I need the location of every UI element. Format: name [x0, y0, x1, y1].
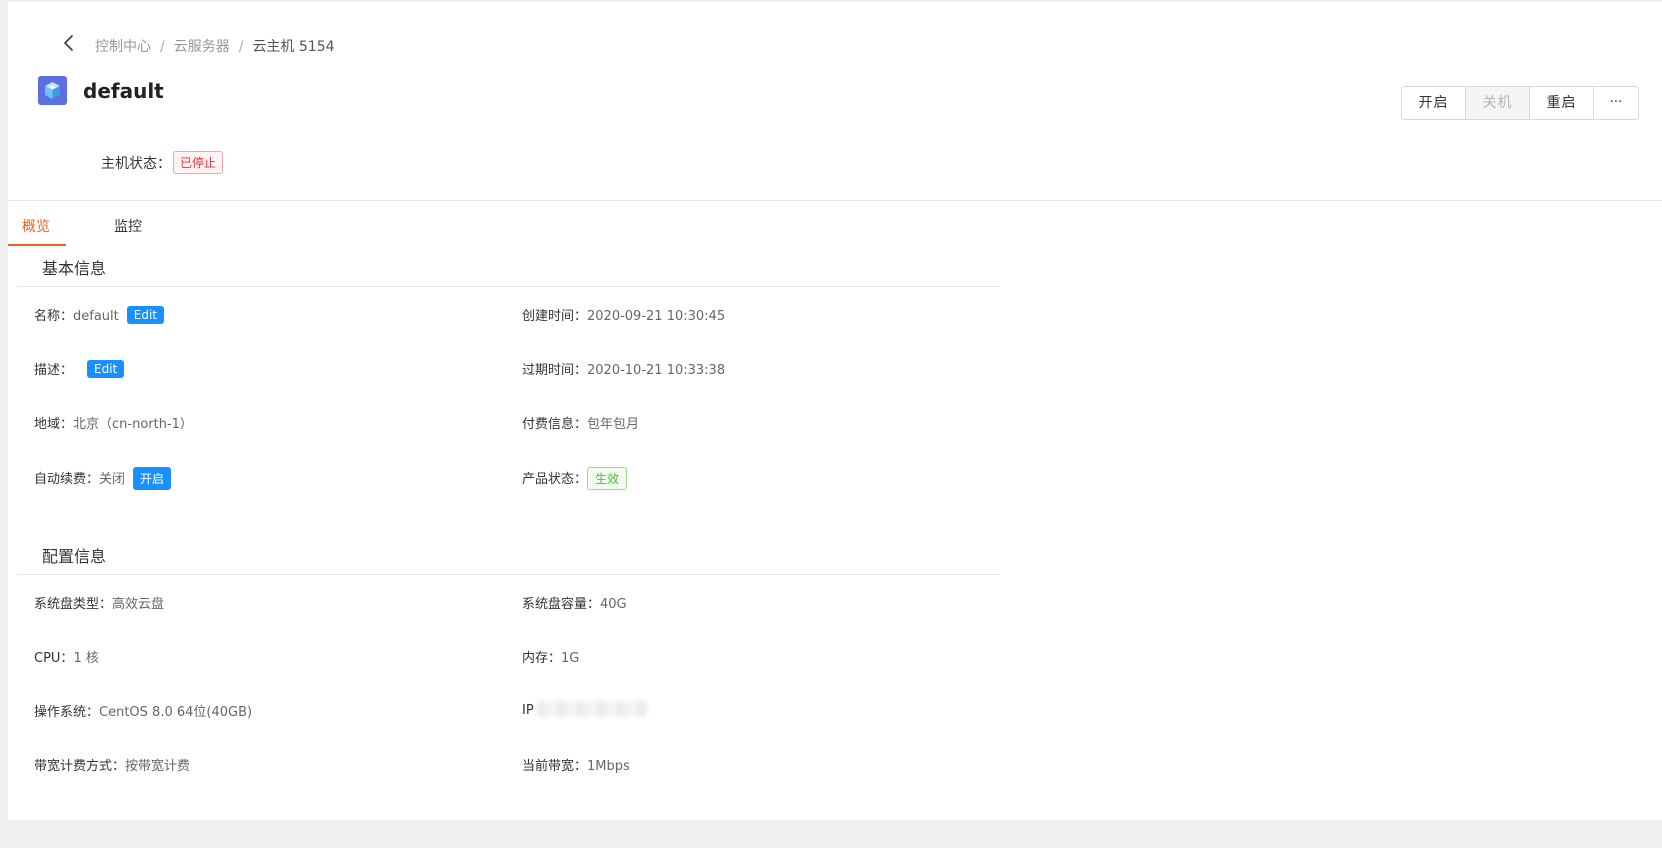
- action-button-group: 开启 关机 重启 ···: [1401, 86, 1639, 120]
- product-status-label: 产品状态：: [522, 472, 588, 487]
- disk-type-label: 系统盘类型：: [34, 597, 113, 612]
- os-field: 操作系统：CentOS 8.0 64位(40GB): [34, 701, 252, 720]
- breadcrumb-item-console[interactable]: 控制中心: [95, 39, 151, 55]
- disk-type-field: 系统盘类型：高效云盘: [34, 593, 164, 612]
- memory-label: 内存：: [522, 651, 562, 666]
- ip-field: IP: [522, 701, 648, 718]
- shutdown-button[interactable]: 关机: [1466, 87, 1530, 119]
- edit-name-button[interactable]: Edit: [126, 306, 165, 324]
- name-value: default: [73, 309, 119, 324]
- description-field: 描述： Edit: [34, 359, 125, 378]
- ip-label: IP: [522, 703, 534, 718]
- billing-field: 付费信息：包年包月: [522, 413, 639, 432]
- more-button[interactable]: ···: [1594, 87, 1638, 119]
- bandwidth-billing-label: 带宽计费方式：: [34, 759, 126, 774]
- section-divider: [17, 574, 1000, 575]
- detail-panel: 控制中心 / 云服务器 / 云主机 5154 default 开启 关机 重启 ··· …: [8, 2, 1662, 820]
- host-status-label: 主机状态：: [101, 156, 171, 172]
- product-status-badge: 生效: [587, 467, 628, 490]
- bandwidth-billing-field: 带宽计费方式：按带宽计费: [34, 755, 190, 774]
- memory-field: 内存：1G: [522, 647, 579, 666]
- bandwidth-value: 1Mbps: [587, 759, 630, 774]
- basic-info-title: 基本信息: [42, 259, 107, 278]
- breadcrumb-item-cloud-server[interactable]: 云服务器: [174, 39, 230, 55]
- billing-label: 付费信息：: [522, 417, 588, 432]
- ip-value-redacted: [535, 701, 648, 717]
- tab-monitor[interactable]: 监控: [114, 216, 142, 236]
- status-badge: 已停止: [173, 151, 224, 174]
- breadcrumb-item-current: 云主机 5154: [252, 39, 335, 55]
- back-arrow-icon[interactable]: [58, 32, 80, 54]
- region-label: 地域：: [34, 417, 74, 432]
- billing-value: 包年包月: [587, 417, 640, 432]
- cpu-field: CPU：1 核: [34, 647, 99, 666]
- disk-type-value: 高效云盘: [112, 597, 165, 612]
- breadcrumb: 控制中心 / 云服务器 / 云主机 5154: [95, 36, 335, 56]
- auto-renew-field: 自动续费：关闭 开启: [34, 467, 172, 490]
- name-label: 名称：: [34, 309, 74, 324]
- os-value: CentOS 8.0 64位(40GB): [99, 705, 253, 720]
- disk-size-value: 40G: [600, 597, 627, 612]
- cpu-label: CPU：: [34, 651, 74, 666]
- page-title: default: [83, 79, 164, 103]
- memory-value: 1G: [561, 651, 580, 666]
- created-time-field: 创建时间：2020-09-21 10:30:45: [522, 305, 725, 324]
- bandwidth-billing-value: 按带宽计费: [125, 759, 191, 774]
- tab-active-indicator: [8, 244, 66, 246]
- divider: [8, 200, 1662, 201]
- breadcrumb-separator: /: [238, 39, 244, 55]
- enable-auto-renew-button[interactable]: 开启: [133, 467, 172, 490]
- description-label: 描述：: [34, 363, 74, 378]
- bandwidth-field: 当前带宽：1Mbps: [522, 755, 630, 774]
- created-time-label: 创建时间：: [522, 309, 588, 324]
- restart-button[interactable]: 重启: [1530, 87, 1594, 119]
- name-field: 名称：default Edit: [34, 305, 165, 324]
- expire-time-label: 过期时间：: [522, 363, 588, 378]
- section-divider: [17, 286, 1000, 287]
- breadcrumb-separator: /: [160, 39, 165, 55]
- start-button[interactable]: 开启: [1402, 87, 1466, 119]
- config-info-title: 配置信息: [42, 547, 107, 566]
- created-time-value: 2020-09-21 10:30:45: [587, 309, 726, 324]
- cpu-value: 1 核: [73, 651, 99, 666]
- expire-time-field: 过期时间：2020-10-21 10:33:38: [522, 359, 725, 378]
- cube-logo-icon: [38, 76, 67, 105]
- os-label: 操作系统：: [34, 705, 100, 720]
- product-status-field: 产品状态： 生效: [522, 467, 628, 490]
- tab-overview[interactable]: 概览: [22, 216, 50, 236]
- auto-renew-label: 自动续费：: [34, 472, 100, 487]
- expire-time-value: 2020-10-21 10:33:38: [587, 363, 726, 378]
- disk-size-label: 系统盘容量：: [522, 597, 601, 612]
- bandwidth-label: 当前带宽：: [522, 759, 588, 774]
- edit-description-button[interactable]: Edit: [87, 360, 125, 378]
- region-field: 地域：北京（cn-north-1）: [34, 413, 193, 432]
- region-value: 北京（cn-north-1）: [73, 417, 193, 432]
- host-status: 主机状态： 已停止: [101, 151, 224, 174]
- disk-size-field: 系统盘容量：40G: [522, 593, 627, 612]
- auto-renew-value: 关闭: [99, 472, 126, 487]
